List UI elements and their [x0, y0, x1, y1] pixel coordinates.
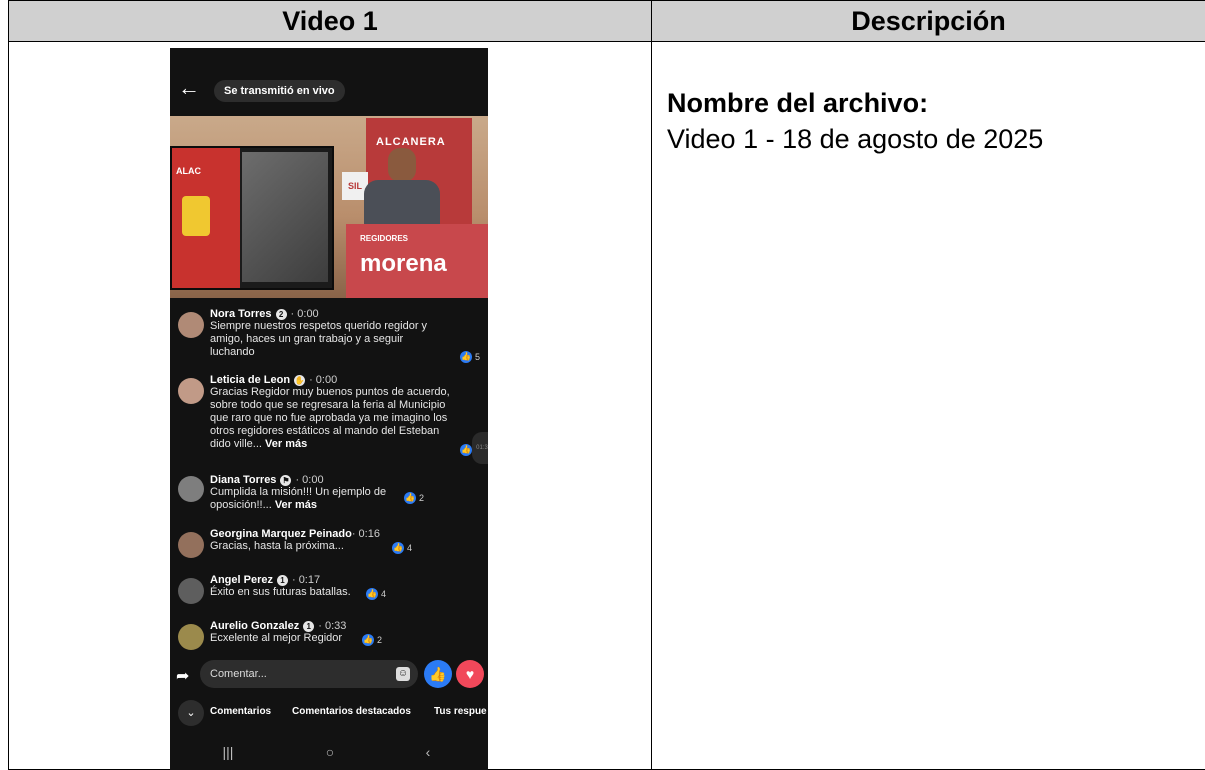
avatar[interactable]	[178, 312, 204, 338]
like-icon: 👍	[460, 444, 472, 456]
banner-text: ALCANERA	[376, 136, 446, 148]
like-count[interactable]: 👍 5	[460, 351, 480, 363]
badge-icon: 1	[276, 574, 288, 586]
badge-icon: ✋	[294, 374, 306, 386]
comment-time: · 0:17	[291, 574, 321, 586]
recent-apps-icon[interactable]: |||	[208, 740, 248, 764]
like-count[interactable]: 👍 4	[366, 588, 386, 600]
comment-body: Aurelio Gonzalez 1 · 0:33 Ecxelente al mej…	[210, 620, 380, 645]
comment-text: Siempre nuestros respetos querido regido…	[210, 320, 428, 358]
podium: REGIDORES morena	[346, 224, 488, 298]
comment-body: Diana Torres ⚑ · 0:00 Cumplida la misión!!…	[210, 474, 408, 512]
comment-time: · 0:16	[351, 528, 380, 540]
like-count-value: 4	[407, 543, 413, 553]
like-count[interactable]: 👍2	[404, 492, 424, 504]
see-more-link[interactable]: Ver más	[265, 438, 307, 450]
live-status-pill: Se transmitió en vivo	[214, 80, 345, 102]
table-header-row: Video 1 Descripción	[8, 0, 1205, 42]
like-icon[interactable]: 👍	[424, 660, 452, 688]
badge-icon: 2	[275, 308, 287, 320]
comment-author[interactable]: Aurelio Gonzalez	[210, 620, 299, 632]
love-icon[interactable]: ♥	[456, 660, 484, 688]
comment-body: Angel Perez 1 · 0:17 Éxito en sus futuras …	[210, 574, 370, 599]
like-icon: 👍	[404, 492, 416, 504]
tv-graphic: ALAC	[172, 148, 240, 288]
comment-author[interactable]: Diana Torres	[210, 474, 276, 486]
tab-comentarios[interactable]: Comentarios	[210, 706, 271, 717]
tv-label: ALAC	[176, 166, 201, 176]
avatar[interactable]	[178, 624, 204, 650]
like-icon: 👍	[362, 634, 374, 646]
phone-screenshot: ← Se transmitió en vivo ALAC ALCANERA SI…	[170, 48, 488, 770]
comment-author[interactable]: Angel Perez	[210, 574, 273, 586]
comment-time: · 0:00	[295, 474, 324, 486]
top-bar: ← Se transmitió en vivo	[170, 48, 488, 116]
tv-person-graphic	[182, 196, 210, 236]
comment-body: Georgina Marquez Peinado· 0:16 Gracias, …	[210, 528, 390, 553]
like-count-value: 4	[381, 589, 387, 599]
like-count[interactable]: 👍 4	[392, 542, 412, 554]
comment-time: · 0:00	[290, 308, 319, 320]
see-more-link[interactable]: Ver más	[275, 499, 317, 511]
badge-icon: 1	[303, 620, 315, 632]
live-video[interactable]: ALAC ALCANERA SIL REGIDORES morena	[170, 116, 488, 298]
share-icon[interactable]: ➦	[176, 666, 189, 686]
avatar[interactable]	[178, 578, 204, 604]
side-timestamp-tab[interactable]: 01:3	[472, 432, 488, 464]
comment-text: Gracias, hasta la próxima...	[210, 540, 344, 552]
file-name-value: Video 1 - 18 de agosto de 2025	[667, 124, 1044, 154]
comment-body: Nora Torres 2 · 0:00 Siempre nuestros resp…	[210, 308, 450, 359]
back-arrow-icon[interactable]: ←	[178, 77, 200, 99]
tv-screen: ALAC	[170, 146, 334, 290]
badge-icon: ⚑	[280, 474, 292, 486]
avatar[interactable]	[178, 476, 204, 502]
like-count-value: 2	[377, 635, 383, 645]
avatar[interactable]	[178, 378, 204, 404]
comment-text: Éxito en sus futuras batallas.	[210, 586, 351, 598]
comment-author[interactable]: Leticia de Leon	[210, 374, 290, 386]
sticker-icon[interactable]: ☺	[396, 667, 410, 681]
comment-box: ☺	[200, 660, 418, 688]
comment-input[interactable]	[210, 660, 380, 688]
comment-author[interactable]: Nora Torres	[210, 308, 272, 320]
comment-time: · 0:33	[318, 620, 347, 632]
like-count[interactable]: 👍2	[362, 634, 382, 646]
podium-brand: morena	[360, 250, 447, 277]
comment-text: Ecxelente al mejor Regidor	[210, 632, 343, 644]
speaker-head	[388, 148, 416, 182]
android-nav-bar: ||| ○ ‹	[170, 734, 488, 770]
comment-body: Leticia de Leon ✋ · 0:00 Gracias Regidor m…	[210, 374, 450, 451]
like-icon: 👍	[366, 588, 378, 600]
comment-time: · 0:00	[309, 374, 338, 386]
like-count-value: 5	[475, 352, 481, 362]
like-icon: 👍	[392, 542, 404, 554]
like-count-value: 2	[419, 493, 425, 503]
back-nav-icon[interactable]: ‹	[408, 740, 448, 764]
tab-comentarios-destacados[interactable]: Comentarios destacados	[292, 706, 411, 717]
avatar[interactable]	[178, 532, 204, 558]
chevron-down-icon[interactable]: ⌄	[178, 700, 204, 726]
tv-display	[242, 152, 328, 282]
header-video-cell: Video 1	[8, 0, 652, 42]
comment-composer: ➦ ☺ 👍 ♥	[170, 656, 488, 692]
comment-text: Gracias Regidor muy buenos puntos de acu…	[210, 386, 450, 450]
header-description-cell: Descripción	[651, 0, 1205, 42]
comment-author[interactable]: Georgina Marquez Peinado	[210, 528, 352, 540]
tab-tus-respuestas[interactable]: Tus respue	[434, 706, 487, 717]
home-icon[interactable]: ○	[310, 740, 350, 764]
comment-tabs: ⌄ Comentarios Comentarios destacados Tus…	[170, 698, 488, 728]
like-icon: 👍	[460, 351, 472, 363]
file-name-label: Nombre del archivo:	[667, 88, 929, 118]
podium-subtitle: REGIDORES	[360, 234, 409, 243]
